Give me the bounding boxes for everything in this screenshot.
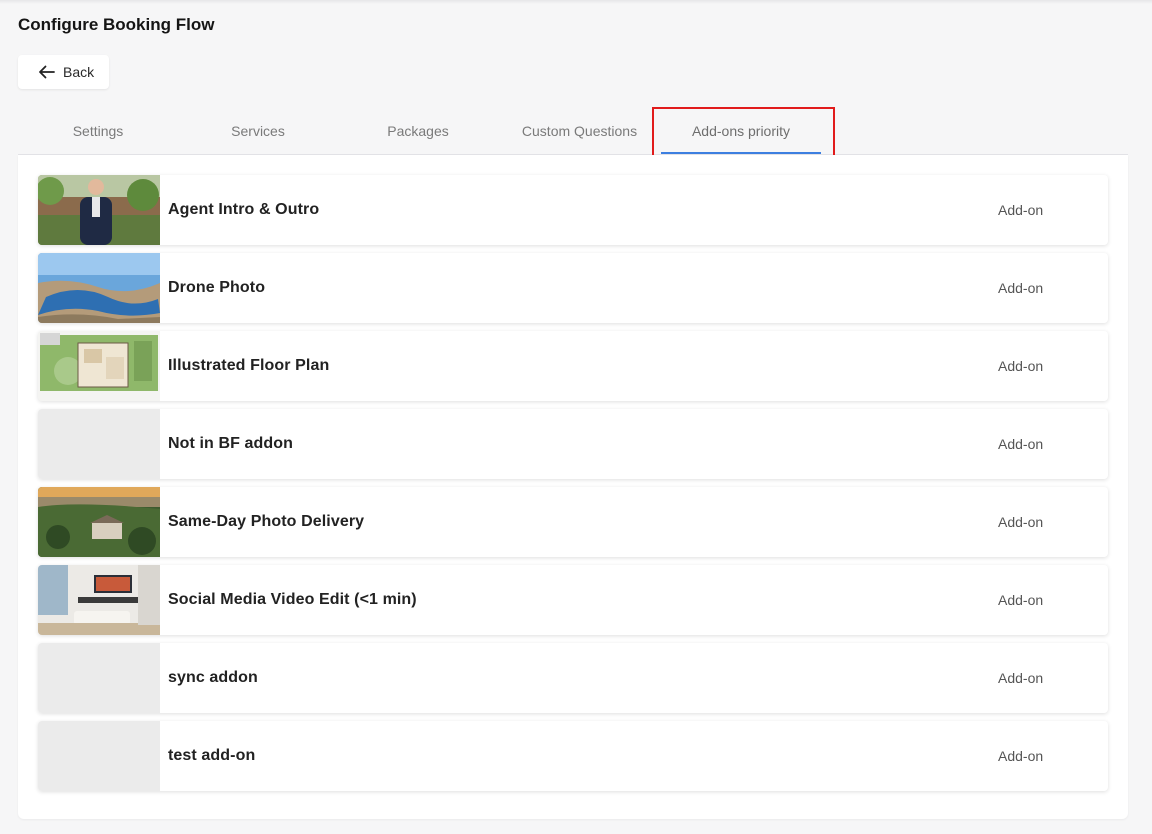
addon-thumbnail-placeholder <box>38 409 160 479</box>
estate-sunset-image <box>38 487 160 557</box>
tab-packages-label: Packages <box>387 122 449 139</box>
site-plan-image <box>38 331 160 401</box>
addon-row[interactable]: Agent Intro & Outro Add-on <box>38 175 1108 245</box>
back-button-label: Back <box>63 64 95 80</box>
aerial-lake-image <box>38 253 160 323</box>
addon-type: Add-on <box>998 514 1044 530</box>
addon-type: Add-on <box>998 670 1044 686</box>
tab-settings-label: Settings <box>72 122 124 139</box>
addon-row[interactable]: Social Media Video Edit (<1 min) Add-on <box>38 565 1108 635</box>
top-shadow <box>0 0 1152 4</box>
addon-type: Add-on <box>998 592 1044 608</box>
addon-name: Agent Intro & Outro <box>168 201 320 218</box>
back-button[interactable]: Back <box>18 55 109 89</box>
addon-type: Add-on <box>998 748 1044 764</box>
agent-presenter-image <box>38 175 160 245</box>
addon-row[interactable]: Illustrated Floor Plan Add-on <box>38 331 1108 401</box>
addon-thumbnail <box>38 565 160 635</box>
tab-addons-priority[interactable]: Add-ons priority <box>655 107 827 154</box>
addon-row[interactable]: test add-on Add-on <box>38 721 1108 791</box>
tab-services[interactable]: Services <box>178 107 338 154</box>
addon-row[interactable]: sync addon Add-on <box>38 643 1108 713</box>
addon-name: Not in BF addon <box>168 435 294 452</box>
addon-name: Drone Photo <box>168 279 266 296</box>
page-title: Configure Booking Flow <box>18 15 215 34</box>
addon-type: Add-on <box>998 358 1044 374</box>
addon-type: Add-on <box>998 202 1044 218</box>
addon-thumbnail <box>38 487 160 557</box>
arrow-left-icon <box>39 65 55 79</box>
tab-services-label: Services <box>231 122 285 139</box>
addon-name: Social Media Video Edit (<1 min) <box>168 591 417 608</box>
active-tab-indicator <box>661 152 821 154</box>
addon-type: Add-on <box>998 280 1044 296</box>
addon-row[interactable]: Drone Photo Add-on <box>38 253 1108 323</box>
addon-thumbnail-placeholder <box>38 643 160 713</box>
addon-name: Illustrated Floor Plan <box>168 357 330 374</box>
living-room-image <box>38 565 160 635</box>
addon-name: sync addon <box>168 669 258 686</box>
tab-addons-priority-label: Add-ons priority <box>691 122 791 139</box>
addon-name: Same-Day Photo Delivery <box>168 513 365 530</box>
addon-name: test add-on <box>168 747 256 764</box>
tab-packages[interactable]: Packages <box>338 107 498 154</box>
tab-custom-questions-label: Custom Questions <box>521 122 638 139</box>
addon-thumbnail <box>38 175 160 245</box>
addons-panel: Agent Intro & Outro Add-on Drone Photo A… <box>18 155 1128 819</box>
addon-type: Add-on <box>998 436 1044 452</box>
tab-bar: Settings Services Packages Custom Questi… <box>18 107 1128 155</box>
tab-settings[interactable]: Settings <box>18 107 178 154</box>
addon-row[interactable]: Not in BF addon Add-on <box>38 409 1108 479</box>
addon-thumbnail <box>38 331 160 401</box>
addon-row[interactable]: Same-Day Photo Delivery Add-on <box>38 487 1108 557</box>
addon-thumbnail <box>38 253 160 323</box>
tab-custom-questions[interactable]: Custom Questions <box>498 107 661 154</box>
addon-thumbnail-placeholder <box>38 721 160 791</box>
